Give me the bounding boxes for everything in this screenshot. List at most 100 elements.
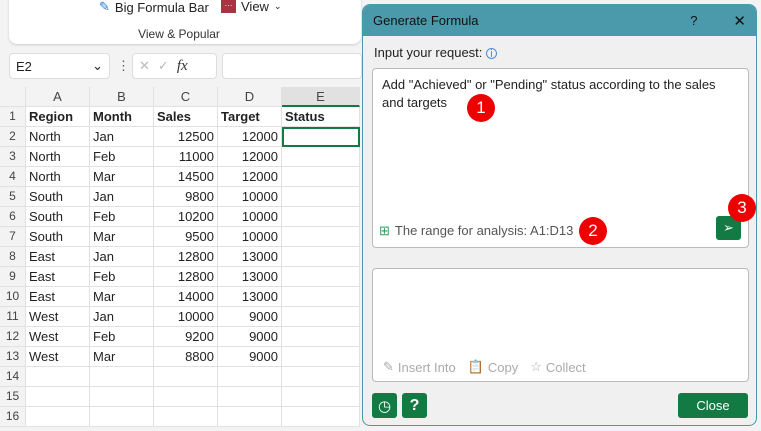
- fx-icon[interactable]: fx: [177, 58, 188, 75]
- row-header[interactable]: 4: [0, 167, 26, 187]
- cell[interactable]: 13000: [218, 287, 282, 307]
- cell[interactable]: [282, 367, 360, 387]
- cell[interactable]: 9200: [154, 327, 218, 347]
- cell[interactable]: [90, 367, 154, 387]
- cell[interactable]: Jan: [90, 307, 154, 327]
- cell[interactable]: [26, 387, 90, 407]
- cell[interactable]: South: [26, 227, 90, 247]
- cell[interactable]: 13000: [218, 247, 282, 267]
- column-header[interactable]: B: [90, 87, 154, 107]
- row-header[interactable]: 15: [0, 387, 26, 407]
- row-header[interactable]: 12: [0, 327, 26, 347]
- copy-button[interactable]: 📋 Copy: [468, 359, 519, 375]
- cell[interactable]: [282, 127, 360, 147]
- cell[interactable]: West: [26, 347, 90, 367]
- row-header[interactable]: 1: [0, 107, 26, 127]
- row-header[interactable]: 6: [0, 207, 26, 227]
- cell[interactable]: South: [26, 207, 90, 227]
- cell[interactable]: Jan: [90, 187, 154, 207]
- history-button[interactable]: ◷: [372, 393, 397, 418]
- cell[interactable]: 14500: [154, 167, 218, 187]
- cell[interactable]: Feb: [90, 207, 154, 227]
- view-button[interactable]: ··· View ⌄: [221, 0, 282, 14]
- row-header[interactable]: 16: [0, 407, 26, 427]
- cell[interactable]: 9000: [218, 327, 282, 347]
- cell[interactable]: 9800: [154, 187, 218, 207]
- cell[interactable]: [282, 167, 360, 187]
- cell[interactable]: East: [26, 267, 90, 287]
- big-formula-bar-button[interactable]: ✎ Big Formula Bar: [99, 0, 209, 15]
- select-all[interactable]: [0, 87, 26, 107]
- cell[interactable]: Mar: [90, 347, 154, 367]
- cell[interactable]: [90, 407, 154, 427]
- name-box[interactable]: E2 ⌄: [9, 53, 110, 79]
- row-header[interactable]: 10: [0, 287, 26, 307]
- cell[interactable]: Mar: [90, 167, 154, 187]
- insert-into-button[interactable]: ✎ Insert Into: [383, 359, 456, 375]
- row-header[interactable]: 13: [0, 347, 26, 367]
- cell[interactable]: 14000: [154, 287, 218, 307]
- row-header[interactable]: 9: [0, 267, 26, 287]
- cell[interactable]: [282, 327, 360, 347]
- help-button-bottom[interactable]: ?: [402, 393, 427, 418]
- column-header[interactable]: A: [26, 87, 90, 107]
- cell[interactable]: Target: [218, 107, 282, 127]
- row-header[interactable]: 7: [0, 227, 26, 247]
- cell[interactable]: 12000: [218, 127, 282, 147]
- cell[interactable]: 10000: [218, 227, 282, 247]
- cell[interactable]: 9500: [154, 227, 218, 247]
- cell[interactable]: 9000: [218, 347, 282, 367]
- close-button[interactable]: Close: [678, 393, 748, 418]
- cell[interactable]: [282, 227, 360, 247]
- cell[interactable]: Region: [26, 107, 90, 127]
- row-header[interactable]: 8: [0, 247, 26, 267]
- cell[interactable]: 12800: [154, 267, 218, 287]
- request-text[interactable]: Add "Achieved" or "Pending" status accor…: [373, 69, 748, 119]
- collect-button[interactable]: ☆ Collect: [530, 359, 585, 375]
- help-button[interactable]: ?: [690, 13, 697, 28]
- cell[interactable]: Mar: [90, 227, 154, 247]
- cell[interactable]: [26, 407, 90, 427]
- cell[interactable]: Month: [90, 107, 154, 127]
- row-header[interactable]: 2: [0, 127, 26, 147]
- cell[interactable]: 12800: [154, 247, 218, 267]
- cell[interactable]: [218, 407, 282, 427]
- cell[interactable]: 10200: [154, 207, 218, 227]
- close-icon[interactable]: ✕: [733, 12, 746, 30]
- cell[interactable]: 10000: [218, 207, 282, 227]
- row-header[interactable]: 14: [0, 367, 26, 387]
- cell[interactable]: 10000: [154, 307, 218, 327]
- info-icon[interactable]: i: [486, 48, 498, 60]
- cell[interactable]: [282, 247, 360, 267]
- row-header[interactable]: 3: [0, 147, 26, 167]
- cell[interactable]: [218, 367, 282, 387]
- cell[interactable]: 11000: [154, 147, 218, 167]
- more-icon[interactable]: ⋮: [117, 58, 130, 74]
- cell[interactable]: [282, 287, 360, 307]
- cell[interactable]: Feb: [90, 327, 154, 347]
- check-icon[interactable]: ✓: [158, 58, 169, 74]
- range-selector[interactable]: ⊞ The range for analysis: A1:D13: [379, 223, 573, 239]
- cell[interactable]: Status: [282, 107, 360, 127]
- cell[interactable]: East: [26, 287, 90, 307]
- cell[interactable]: [282, 307, 360, 327]
- cell[interactable]: Feb: [90, 267, 154, 287]
- cell[interactable]: [282, 267, 360, 287]
- cell[interactable]: 13000: [218, 267, 282, 287]
- cell[interactable]: 9000: [218, 307, 282, 327]
- column-header[interactable]: D: [218, 87, 282, 107]
- cell[interactable]: 12000: [218, 147, 282, 167]
- cell[interactable]: North: [26, 147, 90, 167]
- cell[interactable]: East: [26, 247, 90, 267]
- cell[interactable]: [154, 387, 218, 407]
- cell[interactable]: Mar: [90, 287, 154, 307]
- cell[interactable]: [154, 407, 218, 427]
- cell[interactable]: [282, 347, 360, 367]
- cell[interactable]: [282, 147, 360, 167]
- cell[interactable]: [26, 367, 90, 387]
- cell[interactable]: [154, 367, 218, 387]
- cell[interactable]: [282, 387, 360, 407]
- column-header[interactable]: C: [154, 87, 218, 107]
- cell[interactable]: South: [26, 187, 90, 207]
- row-header[interactable]: 5: [0, 187, 26, 207]
